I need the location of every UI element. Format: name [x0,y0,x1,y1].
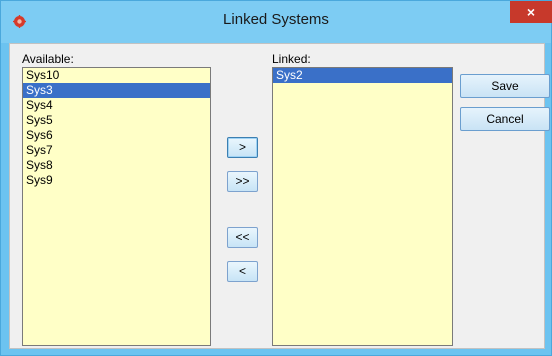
add-all-button[interactable]: >> [227,171,258,192]
available-item[interactable]: Sys5 [23,113,210,128]
dialog-body: Available: Sys10 Sys3 Sys4 Sys5 Sys6 Sys… [9,43,550,349]
add-selected-button[interactable]: > [227,137,258,158]
remove-selected-button[interactable]: < [227,261,258,282]
available-item[interactable]: Sys8 [23,158,210,173]
linked-item-selected[interactable]: Sys2 [273,68,452,83]
linked-listbox[interactable]: Sys2 [272,67,453,346]
available-item-selected[interactable]: Sys3 [23,83,210,98]
available-label: Available: [22,52,74,66]
cancel-button[interactable]: Cancel [460,107,550,131]
remove-all-button[interactable]: << [227,227,258,248]
close-button[interactable]: × [510,1,552,23]
linked-label: Linked: [272,52,311,66]
available-listbox[interactable]: Sys10 Sys3 Sys4 Sys5 Sys6 Sys7 Sys8 Sys9 [22,67,211,346]
linked-systems-dialog: Linked Systems × Available: Sys10 Sys3 S… [0,0,552,356]
available-item[interactable]: Sys9 [23,173,210,188]
available-item[interactable]: Sys4 [23,98,210,113]
available-item[interactable]: Sys6 [23,128,210,143]
close-icon: × [526,4,536,20]
save-button[interactable]: Save [460,74,550,98]
window-title: Linked Systems [223,11,329,28]
available-item[interactable]: Sys7 [23,143,210,158]
title-bar[interactable]: Linked Systems × [1,1,552,43]
available-item[interactable]: Sys10 [23,68,210,83]
